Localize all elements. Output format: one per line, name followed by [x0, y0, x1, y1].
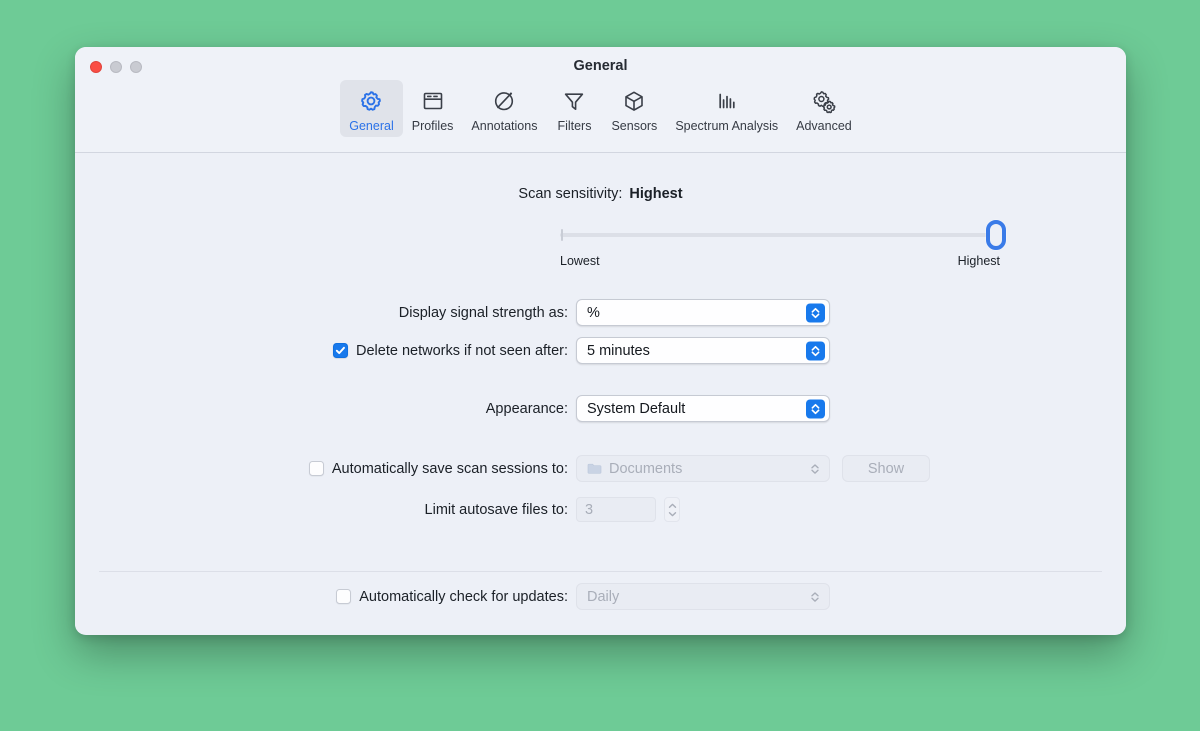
toolbar-item-spectrum-analysis[interactable]: Spectrum Analysis: [666, 80, 787, 137]
auto-updates-row: Automatically check for updates: Daily: [75, 583, 1126, 610]
chevron-up-down-icon: [806, 303, 825, 322]
auto-updates-select[interactable]: Daily: [576, 583, 830, 610]
appearance-select[interactable]: System Default: [576, 395, 830, 422]
signal-strength-row: Display signal strength as: %: [75, 299, 1126, 326]
auto-updates-value: Daily: [587, 588, 620, 605]
toolbar-item-annotations[interactable]: Annotations: [462, 80, 546, 137]
gear-icon: [358, 86, 384, 116]
slider-track[interactable]: [560, 233, 1000, 237]
funnel-icon: [561, 86, 587, 116]
slider-min-label: Lowest: [560, 254, 600, 268]
delete-networks-checkbox[interactable]: [333, 343, 349, 358]
autosave-sessions-label: Automatically save scan sessions to:: [331, 460, 568, 477]
scan-sensitivity-slider[interactable]: [560, 220, 1006, 251]
delete-networks-select[interactable]: 5 minutes: [576, 337, 830, 364]
slider-end-labels: Lowest Highest: [560, 254, 1000, 268]
signal-strength-select[interactable]: %: [576, 299, 830, 326]
window-titlebar: General General Profiles Annotations Fil…: [75, 47, 1126, 153]
limit-autosave-label: Limit autosave files to:: [424, 501, 568, 518]
toolbar-item-advanced[interactable]: Advanced: [787, 80, 861, 137]
window-panel-icon: [420, 86, 446, 116]
chevron-up-down-icon: [810, 590, 820, 603]
autosave-location-value: Documents: [609, 460, 683, 477]
appearance-row: Appearance: System Default: [75, 395, 1126, 422]
section-divider: [99, 571, 1102, 572]
preferences-toolbar: General Profiles Annotations Filters Sen…: [75, 80, 1126, 137]
toolbar-label-spectrum-analysis: Spectrum Analysis: [675, 119, 779, 133]
delete-networks-row: Delete networks if not seen after: 5 min…: [75, 337, 1126, 364]
toolbar-item-profiles[interactable]: Profiles: [403, 80, 463, 137]
toolbar-label-sensors: Sensors: [611, 119, 658, 133]
auto-updates-checkbox[interactable]: [336, 589, 352, 604]
chevron-up-down-icon: [810, 462, 820, 475]
toolbar-item-filters[interactable]: Filters: [546, 80, 602, 137]
toolbar-item-sensors[interactable]: Sensors: [602, 80, 666, 137]
auto-updates-label: Automatically check for updates:: [359, 588, 568, 605]
cube-icon: [621, 86, 647, 116]
scan-sensitivity-value: Highest: [629, 186, 683, 202]
double-gear-icon: [811, 86, 837, 116]
appearance-value: System Default: [587, 400, 686, 417]
delete-networks-value: 5 minutes: [587, 342, 650, 359]
delete-networks-label: Delete networks if not seen after:: [356, 342, 568, 359]
toolbar-item-general[interactable]: General: [340, 80, 403, 137]
bar-chart-icon: [714, 86, 740, 116]
toolbar-label-filters: Filters: [557, 119, 592, 133]
slider-max-label: Highest: [957, 254, 1000, 268]
scan-sensitivity-row: Scan sensitivity: Highest: [75, 186, 1126, 202]
show-button[interactable]: Show: [842, 455, 930, 482]
limit-autosave-stepper[interactable]: [664, 497, 680, 522]
autosave-location-select[interactable]: Documents: [576, 455, 830, 482]
general-preferences-pane: Scan sensitivity: Highest Lowest Highest…: [75, 153, 1126, 634]
appearance-label: Appearance:: [485, 400, 568, 417]
window-title: General: [573, 58, 628, 74]
chevron-up-down-icon: [806, 341, 825, 360]
folder-icon: [587, 462, 602, 475]
toolbar-label-advanced: Advanced: [796, 119, 852, 133]
autosave-sessions-row: Automatically save scan sessions to: Doc…: [75, 455, 1126, 482]
signal-strength-label: Display signal strength as:: [398, 304, 568, 321]
signal-strength-value: %: [587, 304, 600, 321]
toolbar-label-profiles: Profiles: [411, 119, 454, 133]
satellite-dish-icon: [491, 86, 517, 116]
slider-thumb[interactable]: [986, 220, 1006, 250]
chevron-up-down-icon: [806, 399, 825, 418]
slider-tick-min: [561, 229, 563, 241]
scan-sensitivity-label: Scan sensitivity:: [518, 186, 623, 202]
limit-autosave-row: Limit autosave files to: 3: [75, 497, 1126, 522]
toolbar-label-general: General: [349, 119, 394, 133]
toolbar-label-annotations: Annotations: [471, 119, 538, 133]
autosave-sessions-checkbox[interactable]: [308, 461, 324, 476]
preferences-window: General General Profiles Annotations Fil…: [75, 47, 1126, 635]
limit-autosave-input[interactable]: 3: [576, 497, 656, 522]
